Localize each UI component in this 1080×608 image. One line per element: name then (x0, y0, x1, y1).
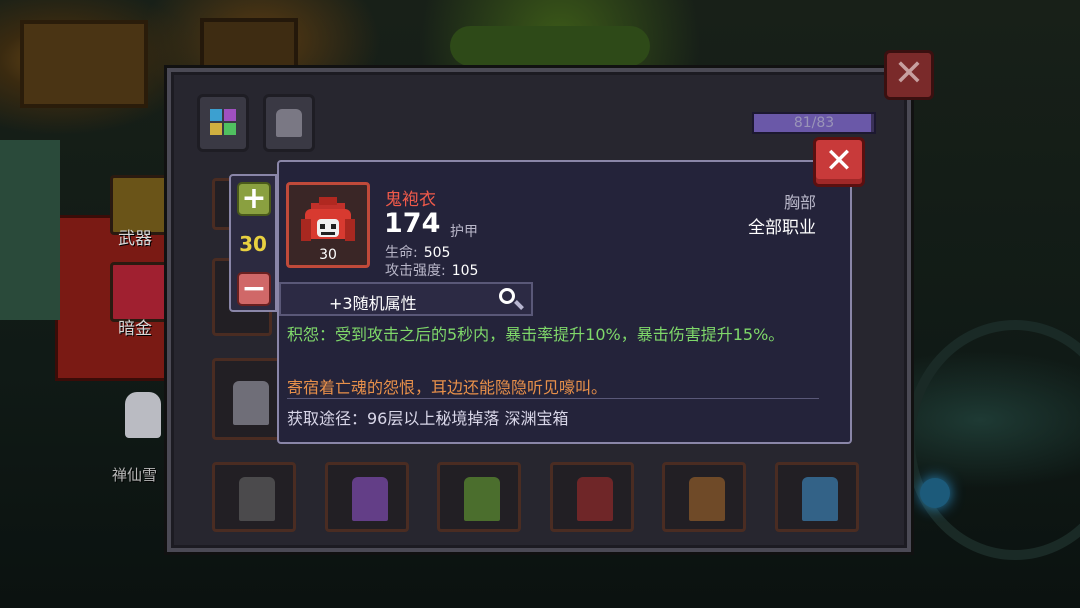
armor-icon (276, 109, 302, 137)
quantity-selector: + 30 − (229, 174, 277, 312)
quantity-value: 30 (239, 232, 267, 256)
close-x-icon: ✕ (824, 141, 854, 181)
inventory-slot[interactable] (550, 462, 634, 532)
item-icon-frame: 30 (286, 182, 370, 268)
item-sprite (689, 477, 725, 521)
bg-floor (0, 140, 60, 320)
item-source-text: 获取途径：96层以上秘境掉落 深渊宝箱 (287, 409, 569, 428)
magnifier-icon[interactable] (499, 288, 515, 304)
item-sprite (577, 477, 613, 521)
tab-all-items[interactable] (197, 94, 249, 152)
inventory-slot[interactable] (662, 462, 746, 532)
tab-armor[interactable] (263, 94, 315, 152)
item-name: 鬼袍衣 (385, 190, 436, 210)
inventory-slot[interactable] (325, 462, 409, 532)
quantity-minus-button[interactable]: − (237, 272, 271, 306)
item-main-value: 174 (384, 208, 441, 239)
item-sprite (352, 477, 388, 521)
stat-value: 505 (423, 245, 451, 261)
side-button-dark-gold-label: 暗金 (118, 319, 152, 339)
item-effect-text: 积怨：受到攻击之后的5秒内，暴击率提升10%，暴击伤害提升15%。 (287, 325, 785, 344)
character-name-label: 禅仙雪 (112, 466, 158, 484)
bg-hedge (450, 26, 650, 66)
inventory-slot[interactable] (437, 462, 521, 532)
quantity-plus-button[interactable]: + (237, 182, 271, 216)
item-sprite (239, 477, 275, 521)
close-x-icon: ✕ (893, 53, 925, 94)
stat-label: 生命: (385, 245, 418, 261)
random-attribute-box[interactable]: +3随机属性 (279, 282, 533, 316)
item-lore-text: 寄宿着亡魂的怨恨，耳边还能隐隐听见嚎叫。 (287, 378, 608, 397)
inventory-slot[interactable] (212, 358, 282, 440)
inventory-capacity-bar: 81/83 (752, 112, 876, 134)
grid-icon (210, 109, 236, 135)
item-stat: 攻击强度: 105 (385, 260, 478, 280)
bg-building (20, 20, 148, 108)
item-sprite (802, 477, 838, 521)
bg-character-sprite (125, 392, 161, 438)
random-attribute-label: +3随机属性 (329, 294, 417, 313)
capacity-text: 81/83 (793, 115, 835, 131)
class-restriction-label: 全部职业 (748, 218, 816, 238)
equip-slot-label: 胸部 (783, 193, 816, 212)
side-button-weapon-label: 武器 (118, 229, 152, 249)
item-sprite (464, 477, 500, 521)
side-button-dark-gold[interactable] (110, 262, 170, 322)
item-main-unit: 护甲 (450, 224, 478, 240)
item-sprite (233, 381, 269, 425)
bg-orb (920, 478, 950, 508)
item-count: 30 (319, 247, 337, 263)
inventory-slot[interactable] (212, 462, 296, 532)
divider (287, 398, 819, 399)
tooltip-close-button[interactable]: ✕ (813, 137, 865, 187)
stat-label: 攻击强度: (385, 263, 446, 279)
item-stat: 生命: 505 (385, 242, 450, 262)
stat-value: 105 (451, 263, 479, 279)
inventory-slot[interactable] (775, 462, 859, 532)
panel-close-button[interactable]: ✕ (884, 50, 934, 100)
